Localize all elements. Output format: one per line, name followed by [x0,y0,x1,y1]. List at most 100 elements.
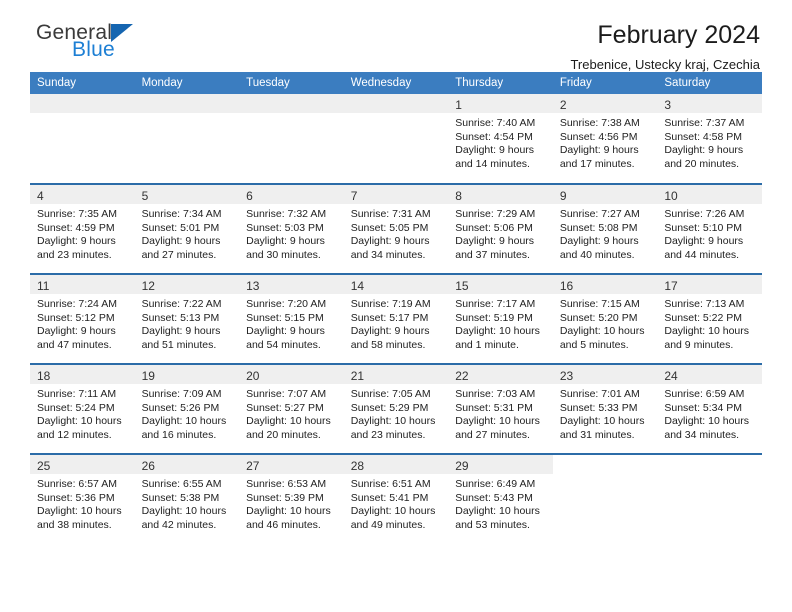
dow-thursday: Thursday [448,72,553,94]
dow-wednesday: Wednesday [343,72,449,94]
day-number: 15 [448,275,553,294]
day-of-week-header-row: Sunday Monday Tuesday Wednesday Thursday… [30,72,762,94]
sun-info-line: Sunrise: 7:07 AM [246,388,327,400]
calendar-day-cell[interactable]: 11 Sunrise: 7:24 AM Sunset: 5:12 PM Dayligh… [30,273,135,364]
calendar-week-row: 18 Sunrise: 7:11 AM Sunset: 5:24 PM Dayligh… [30,363,762,454]
calendar-day-cell[interactable]: 17 Sunrise: 7:13 AM Sunset: 5:22 PM Dayligh… [657,273,762,364]
sun-info-line: and 31 minutes. [559,428,635,441]
calendar-week-row: 4 Sunrise: 7:35 AM Sunset: 4:59 PM Daylight… [30,183,762,274]
calendar-day-cell[interactable]: 23 Sunrise: 7:01 AM Sunset: 5:33 PM Dayligh… [552,363,658,454]
sun-info-line: Sunrise: 7:27 AM [559,208,640,220]
sun-info-line: Sunset: 5:38 PM [141,491,220,504]
calendar-day-cell[interactable]: 9 Sunrise: 7:27 AM Sunset: 5:08 PM Daylight… [552,183,658,274]
calendar-day-cell[interactable]: 2 Sunrise: 7:38 AM Sunset: 4:56 PM Daylight… [552,94,658,184]
sun-info-line: Sunset: 5:12 PM [37,311,115,324]
sun-info-line: Daylight: 10 hours [37,505,122,517]
calendar-day-cell[interactable]: 15 Sunrise: 7:17 AM Sunset: 5:19 PM Dayligh… [448,273,553,364]
sun-info: Sunrise: 7:22 AM Sunset: 5:13 PM Daylight:… [135,294,240,352]
sun-info-line: Sunset: 4:56 PM [559,130,638,143]
calendar-day-cell[interactable]: 12 Sunrise: 7:22 AM Sunset: 5:13 PM Dayligh… [134,273,240,364]
sun-info-line: Daylight: 10 hours [350,505,436,517]
sun-info-line: Daylight: 9 hours [350,325,430,337]
sun-info-line: Sunrise: 6:59 AM [664,388,745,400]
sun-info-line: and 27 minutes. [141,248,217,261]
sun-info-line: Sunrise: 7:05 AM [350,388,431,400]
calendar-day-cell[interactable]: 7 Sunrise: 7:31 AM Sunset: 5:05 PM Daylight… [343,183,449,274]
day-number: 10 [657,185,762,204]
day-number: 20 [239,365,344,384]
calendar-day-cell[interactable]: 18 Sunrise: 7:11 AM Sunset: 5:24 PM Dayligh… [30,363,135,454]
sun-info-line: Sunset: 5:17 PM [350,311,429,324]
sun-info-line: Sunrise: 7:19 AM [350,298,431,310]
sun-info-line: Sunset: 5:34 PM [664,401,743,414]
sun-info-line: Daylight: 9 hours [664,144,744,156]
sun-info: Sunrise: 6:49 AM Sunset: 5:43 PM Daylight:… [448,474,553,532]
calendar-day-cell[interactable]: 3 Sunrise: 7:37 AM Sunset: 4:58 PM Daylight… [657,94,762,184]
sun-info-line: Daylight: 9 hours [37,235,116,247]
sun-info-line: and 53 minutes. [455,518,530,531]
sun-info-line: and 5 minutes. [559,338,629,351]
sun-info-line: Sunrise: 7:34 AM [141,208,222,220]
sun-info-line: Daylight: 9 hours [559,235,639,247]
calendar-week-row: 1 Sunrise: 7:40 AM Sunset: 4:54 PM Daylight… [30,94,762,184]
calendar-day-cell[interactable]: 5 Sunrise: 7:34 AM Sunset: 5:01 PM Daylight… [134,183,240,274]
sun-info-line: Sunset: 5:03 PM [246,221,324,234]
day-number [553,455,658,474]
sun-info-line: Sunrise: 7:01 AM [559,388,640,400]
sun-info-line: Sunrise: 7:37 AM [664,117,745,129]
day-number [239,94,344,113]
calendar-day-cell[interactable]: 27 Sunrise: 6:53 AM Sunset: 5:39 PM Dayligh… [239,453,344,544]
calendar-day-cell[interactable]: 28 Sunrise: 6:51 AM Sunset: 5:41 PM Dayligh… [343,453,449,544]
day-number: 27 [239,455,344,474]
calendar-day-cell[interactable]: 13 Sunrise: 7:20 AM Sunset: 5:15 PM Dayligh… [239,273,344,364]
calendar-day-cell[interactable]: 19 Sunrise: 7:09 AM Sunset: 5:26 PM Dayligh… [134,363,240,454]
sun-info-line: Sunrise: 7:35 AM [37,208,117,220]
sun-info: Sunrise: 7:37 AM Sunset: 4:58 PM Daylight:… [657,113,762,171]
day-number: 26 [134,455,240,474]
sun-info-line: and 30 minutes. [246,248,321,261]
calendar-day-cell[interactable]: 14 Sunrise: 7:19 AM Sunset: 5:17 PM Dayligh… [343,273,449,364]
sun-info: Sunrise: 7:17 AM Sunset: 5:19 PM Daylight:… [448,294,553,352]
sun-info: Sunrise: 7:40 AM Sunset: 4:54 PM Daylight:… [448,113,553,171]
sun-info-line: Sunrise: 6:57 AM [37,478,117,490]
sun-info: Sunrise: 6:53 AM Sunset: 5:39 PM Daylight:… [239,474,344,532]
calendar-day-cell[interactable]: 8 Sunrise: 7:29 AM Sunset: 5:06 PM Daylight… [448,183,553,274]
sun-info-line: Daylight: 10 hours [455,415,540,427]
sun-info: Sunrise: 7:29 AM Sunset: 5:06 PM Daylight:… [448,204,553,262]
sun-info-line: and 20 minutes. [246,428,321,441]
sun-info-line: Sunrise: 7:13 AM [664,298,745,310]
calendar-day-cell[interactable]: 24 Sunrise: 6:59 AM Sunset: 5:34 PM Dayligh… [657,363,762,454]
sun-info-line: Sunset: 5:08 PM [559,221,638,234]
sun-info-line: Sunset: 5:43 PM [455,491,533,504]
calendar-body: 1 Sunrise: 7:40 AM Sunset: 4:54 PM Daylight… [30,94,762,544]
calendar-day-cell[interactable]: 26 Sunrise: 6:55 AM Sunset: 5:38 PM Dayligh… [134,453,240,544]
day-number: 18 [30,365,135,384]
calendar-day-cell[interactable]: 25 Sunrise: 6:57 AM Sunset: 5:36 PM Dayligh… [30,453,135,544]
sun-info: Sunrise: 7:05 AM Sunset: 5:29 PM Daylight:… [344,384,449,442]
sun-info: Sunrise: 7:19 AM Sunset: 5:17 PM Daylight:… [344,294,449,352]
sun-info-line: Sunset: 5:19 PM [455,311,533,324]
calendar-day-cell[interactable]: 22 Sunrise: 7:03 AM Sunset: 5:31 PM Dayligh… [448,363,553,454]
calendar-day-cell[interactable]: 21 Sunrise: 7:05 AM Sunset: 5:29 PM Dayligh… [343,363,449,454]
sun-info-line: and 40 minutes. [559,248,635,261]
sun-info: Sunrise: 7:11 AM Sunset: 5:24 PM Daylight:… [30,384,135,442]
sun-info-line: and 37 minutes. [455,248,530,261]
sun-info-line: Sunrise: 6:55 AM [141,478,222,490]
sun-info: Sunrise: 7:20 AM Sunset: 5:15 PM Daylight:… [239,294,344,352]
sun-info: Sunrise: 7:27 AM Sunset: 5:08 PM Daylight:… [553,204,658,262]
calendar-day-cell[interactable]: 4 Sunrise: 7:35 AM Sunset: 4:59 PM Daylight… [30,183,135,274]
sun-info-line: Sunrise: 7:20 AM [246,298,327,310]
sun-info-line: Sunset: 5:15 PM [246,311,324,324]
calendar-day-cell[interactable]: 16 Sunrise: 7:15 AM Sunset: 5:20 PM Dayligh… [552,273,658,364]
calendar-day-cell[interactable]: 6 Sunrise: 7:32 AM Sunset: 5:03 PM Daylight… [239,183,344,274]
sun-info-line: Sunrise: 7:31 AM [350,208,431,220]
day-number: 19 [134,365,240,384]
calendar-empty-cell [657,453,762,544]
calendar-day-cell[interactable]: 29 Sunrise: 6:49 AM Sunset: 5:43 PM Dayligh… [448,453,553,544]
sun-info-line: Daylight: 9 hours [559,144,639,156]
calendar-day-cell[interactable]: 10 Sunrise: 7:26 AM Sunset: 5:10 PM Dayligh… [657,183,762,274]
calendar-day-cell[interactable]: 20 Sunrise: 7:07 AM Sunset: 5:27 PM Dayligh… [239,363,344,454]
calendar-day-cell[interactable]: 1 Sunrise: 7:40 AM Sunset: 4:54 PM Daylight… [448,94,553,184]
day-number: 9 [552,185,658,204]
day-number: 17 [657,275,762,294]
